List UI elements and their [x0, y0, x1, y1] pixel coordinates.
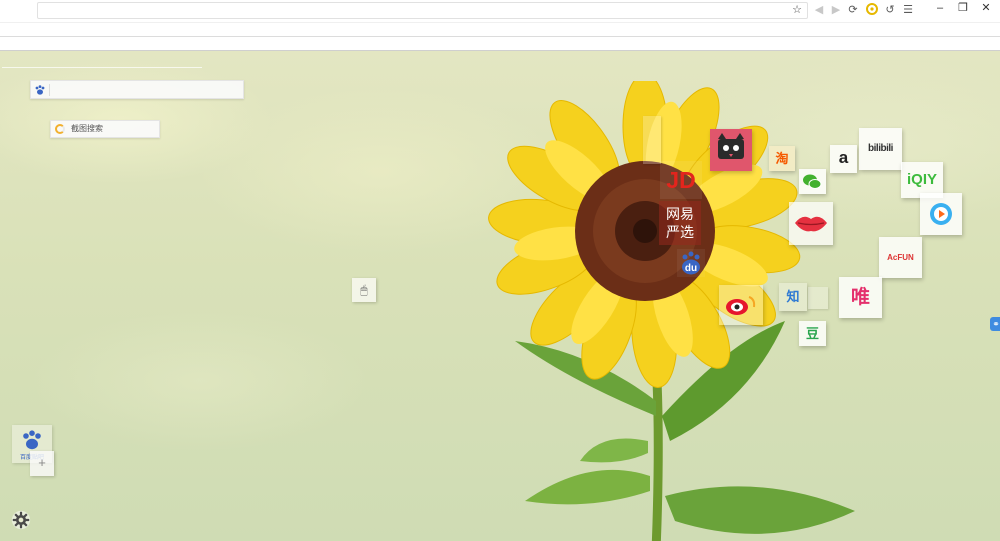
tile-baidu[interactable]: du — [677, 249, 705, 277]
wangyi-line2: 严选 — [666, 224, 694, 240]
baidu-paw-icon[interactable] — [34, 83, 46, 101]
mouse-gesture-widget[interactable]: 🖱 — [352, 278, 376, 302]
add-shortcut-button[interactable]: + — [30, 451, 54, 476]
tile-tmall[interactable] — [710, 129, 752, 171]
amazon-logo-text: a — [838, 148, 849, 167]
search-text-field[interactable] — [53, 82, 239, 97]
tile-amazon[interactable]: a — [830, 145, 857, 173]
mouse-icon: 🖱 — [360, 283, 368, 297]
tile-vip[interactable]: 唯 — [839, 277, 882, 318]
play-icon — [930, 203, 952, 225]
back-icon[interactable]: ◀ — [812, 3, 826, 17]
jd-logo-text: JD — [666, 167, 696, 193]
tile-weibo[interactable] — [719, 285, 763, 325]
tile-wechat[interactable] — [799, 169, 826, 194]
vip-logo-text: 唯 — [850, 287, 870, 308]
image-search-button[interactable]: 截图搜索 — [50, 120, 160, 138]
search-divider — [49, 84, 50, 96]
shortcut-tile[interactable] — [808, 287, 828, 309]
tile-jd[interactable]: JD — [660, 161, 702, 199]
weibo-icon — [726, 296, 756, 315]
menu-icon[interactable]: ☰ — [901, 3, 915, 17]
star-icon[interactable]: ☆ — [792, 3, 802, 18]
new-tab-wallpaper: 截图搜索 🖱 百度贴吧 + ⚭ — [0, 51, 1000, 541]
shortcut-tile[interactable] — [643, 116, 661, 164]
du-logo-text: du — [684, 263, 698, 274]
tile-douban[interactable]: 豆 — [799, 321, 826, 346]
wechat-icon — [803, 174, 822, 189]
tile-lips[interactable] — [789, 202, 833, 245]
zhihu-logo-text: 知 — [786, 289, 800, 304]
tile-taobao[interactable]: 淘 — [769, 146, 795, 171]
bilibili-logo-text: bilibili — [868, 143, 893, 154]
tile-zhihu[interactable]: 知 — [779, 283, 807, 311]
wangyi-line1: 网易 — [666, 206, 694, 222]
acfun-logo-text: AcFUN — [887, 253, 914, 262]
tile-youku[interactable] — [920, 193, 962, 235]
close-button[interactable]: ✕ — [972, 0, 1000, 18]
image-search-icon — [55, 124, 65, 134]
tile-bilibili[interactable]: bilibili — [859, 128, 902, 170]
taobao-logo-text: 淘 — [775, 151, 789, 166]
tile-acfun[interactable]: AcFUN — [879, 237, 922, 278]
undo-icon[interactable]: ↺ — [883, 3, 897, 17]
douban-logo-text: 豆 — [805, 326, 819, 341]
gear-icon[interactable] — [10, 509, 32, 531]
bookmark-bar — [0, 22, 1000, 36]
forward-icon[interactable]: ▶ — [829, 3, 843, 17]
tmall-cat-icon — [718, 133, 744, 159]
lips-icon — [795, 216, 827, 232]
browser-toolbar: ☆ ◀ ▶ ⟳ ↺ ☰ – ❐ ✕ — [0, 0, 1000, 22]
extension-icon[interactable] — [865, 3, 879, 17]
search-input[interactable] — [30, 80, 244, 99]
address-bar[interactable]: ☆ — [37, 2, 808, 19]
baidu-paw-icon — [23, 430, 41, 450]
link-icon: ⚭ — [992, 319, 1000, 329]
divider — [2, 67, 202, 68]
tab-subbar — [0, 36, 1000, 51]
tile-wangyi-yanxuan[interactable]: 网易 严选 — [659, 201, 701, 245]
sunflower-wallpaper-illustration — [488, 81, 855, 541]
refresh-icon[interactable]: ⟳ — [846, 3, 860, 17]
image-search-label: 截图搜索 — [71, 124, 103, 133]
side-panel-tab[interactable]: ⚭ — [990, 317, 1000, 331]
